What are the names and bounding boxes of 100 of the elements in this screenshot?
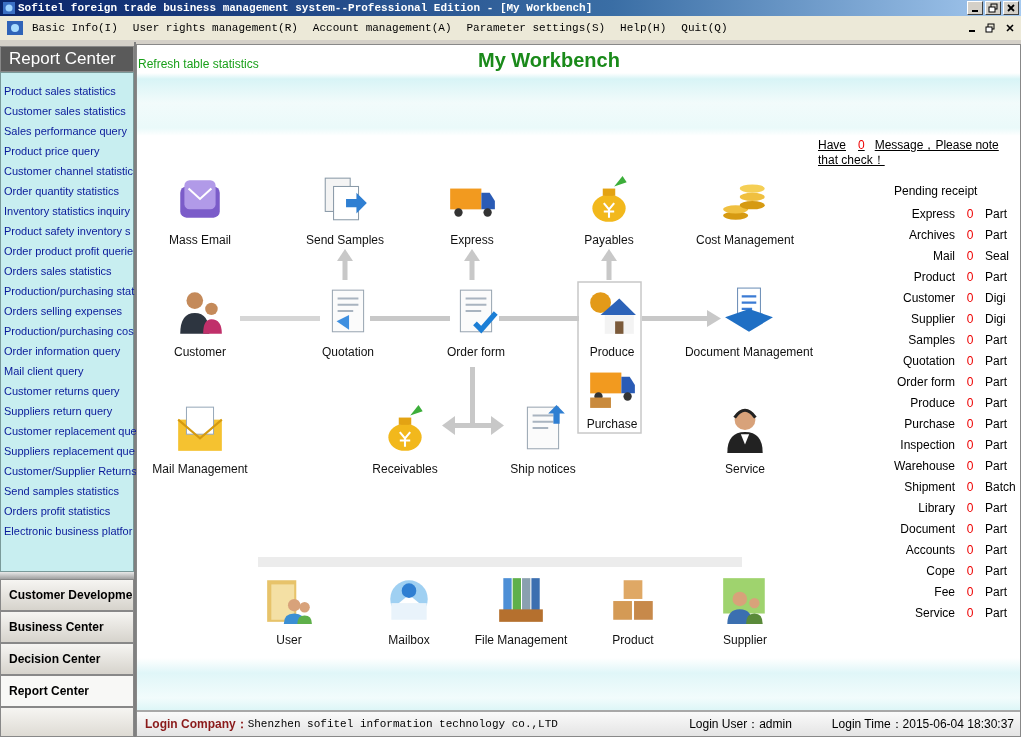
- node-label[interactable]: Ship notices: [510, 461, 576, 476]
- connector-arrow: [464, 248, 480, 280]
- report-link[interactable]: Production/purchasing stat: [1, 281, 133, 301]
- node-label[interactable]: Produce: [589, 344, 635, 359]
- pending-label: Service: [914, 606, 955, 621]
- report-link[interactable]: Inventory statistics inquiry: [1, 201, 133, 221]
- pending-count: 0: [965, 417, 975, 432]
- pending-unit: Part: [985, 543, 1007, 558]
- pending-unit: Part: [985, 417, 1007, 432]
- pending-label: Accounts: [904, 543, 955, 558]
- report-link[interactable]: Customer channel statistic: [1, 161, 133, 181]
- pending-unit: Part: [985, 354, 1007, 369]
- menu-item[interactable]: Quit(Q): [681, 22, 728, 34]
- pending-unit: Part: [985, 585, 1007, 600]
- node-label[interactable]: Cost Management: [695, 232, 795, 247]
- menu-item[interactable]: User rights management(R): [132, 22, 298, 34]
- close-button[interactable]: [1003, 1, 1019, 15]
- node-label[interactable]: Payables: [584, 232, 634, 247]
- pending-label: Library: [917, 501, 955, 516]
- app-icon: [2, 1, 16, 15]
- menu-item[interactable]: Help(H): [620, 22, 667, 34]
- pending-unit: Part: [985, 522, 1007, 537]
- pending-label: Supplier: [909, 312, 955, 327]
- pending-label: Product: [912, 270, 955, 285]
- pending-label: Quotation: [901, 354, 955, 369]
- node-label[interactable]: Document Management: [684, 344, 814, 359]
- report-link[interactable]: Customer returns query: [1, 381, 133, 401]
- login-time: 2015-06-04 18:30:37: [902, 717, 1014, 732]
- pending-count: 0: [965, 459, 975, 474]
- pending-count: 0: [965, 375, 975, 390]
- node-label[interactable]: Purchase: [586, 416, 638, 431]
- sidebar-section-tab[interactable]: Customer Developme: [0, 579, 134, 611]
- report-link[interactable]: Electronic business platfor: [1, 521, 133, 541]
- report-link[interactable]: Orders profit statistics: [1, 501, 133, 521]
- report-link[interactable]: Order product profit querie: [1, 241, 133, 261]
- shortcut-label[interactable]: User: [276, 632, 302, 647]
- pending-count: 0: [965, 270, 975, 285]
- report-link[interactable]: Product safety inventory s: [1, 221, 133, 241]
- pending-label: Purchase: [903, 417, 955, 432]
- node-label[interactable]: Mail Management: [152, 461, 248, 476]
- shortcut-label[interactable]: File Management: [474, 632, 568, 647]
- report-link[interactable]: Suppliers replacement que: [1, 441, 133, 461]
- report-link[interactable]: Order quantity statistics: [1, 181, 133, 201]
- pending-unit: Part: [985, 207, 1007, 222]
- close-icon: [1006, 3, 1016, 13]
- report-link[interactable]: Suppliers return query: [1, 401, 133, 421]
- node-label[interactable]: Receivables: [372, 461, 438, 476]
- menu-item[interactable]: Basic Info(I): [32, 22, 118, 34]
- pending-unit: Part: [985, 459, 1007, 474]
- node-label[interactable]: Quotation: [321, 344, 374, 359]
- pending-unit: Part: [985, 375, 1007, 390]
- pending-count: 0: [965, 396, 975, 411]
- pending-count: 0: [965, 543, 975, 558]
- pending-label: Cope: [925, 564, 955, 579]
- pending-unit: Seal: [985, 249, 1010, 264]
- pending-label: Document: [899, 522, 955, 537]
- report-link[interactable]: Product sales statistics: [1, 81, 133, 101]
- pending-count: 0: [965, 354, 975, 369]
- pending-unit: Batch: [985, 480, 1016, 495]
- pending-count: 0: [965, 522, 975, 537]
- node-label[interactable]: Customer: [174, 344, 226, 359]
- pending-unit: Part: [985, 501, 1007, 516]
- report-link[interactable]: Orders selling expenses: [1, 301, 133, 321]
- close-icon[interactable]: [1005, 23, 1015, 33]
- menu-item[interactable]: Parameter settings(S): [466, 22, 606, 34]
- report-link[interactable]: Orders sales statistics: [1, 261, 133, 281]
- restore-button[interactable]: [985, 1, 1001, 15]
- pending-count: 0: [965, 312, 975, 327]
- report-link[interactable]: Sales performance query: [1, 121, 133, 141]
- pending-count: 0: [965, 564, 975, 579]
- report-link[interactable]: Send samples statistics: [1, 481, 133, 501]
- sidebar-section-tab[interactable]: Report Center: [0, 675, 134, 707]
- pending-label: Order form: [896, 375, 955, 390]
- connector-arrow: [337, 248, 353, 280]
- sidebar-section-tab[interactable]: Decision Center: [0, 643, 134, 675]
- menu-item[interactable]: Account management(A): [312, 22, 452, 34]
- refresh-link[interactable]: Refresh table statistics: [137, 56, 259, 73]
- report-link[interactable]: Customer sales statistics: [1, 101, 133, 121]
- pending-label: Shipment: [903, 480, 955, 495]
- node-label[interactable]: Express: [450, 232, 494, 247]
- report-link[interactable]: Mail client query: [1, 361, 133, 381]
- report-link[interactable]: Order information query: [1, 341, 133, 361]
- pending-count: 0: [965, 585, 975, 600]
- pending-unit: Digi: [985, 312, 1006, 327]
- report-link[interactable]: Production/purchasing cos: [1, 321, 133, 341]
- node-label[interactable]: Order form: [447, 344, 505, 359]
- splitter-handle[interactable]: [0, 572, 134, 579]
- company-name: Shenzhen sofitel information technology co.,LTD: [247, 718, 558, 731]
- shortcut-label[interactable]: Supplier: [723, 632, 767, 647]
- node-label[interactable]: Service: [725, 461, 765, 476]
- pending-label: Fee: [933, 585, 955, 600]
- node-label[interactable]: Send Samples: [305, 232, 384, 247]
- minimize-button[interactable]: [967, 1, 983, 15]
- sidebar-section-tab[interactable]: Business Center: [0, 611, 134, 643]
- report-link[interactable]: Product price query: [1, 141, 133, 161]
- window-title: Sofitel foreign trade business management system--Professional Edition - [My Workbench]: [18, 2, 593, 14]
- shortcut-label[interactable]: Product: [612, 632, 654, 647]
- node-label[interactable]: Mass Email: [169, 232, 231, 247]
- user-name: admin: [759, 717, 792, 732]
- shortcut-label[interactable]: Mailbox: [388, 632, 430, 647]
